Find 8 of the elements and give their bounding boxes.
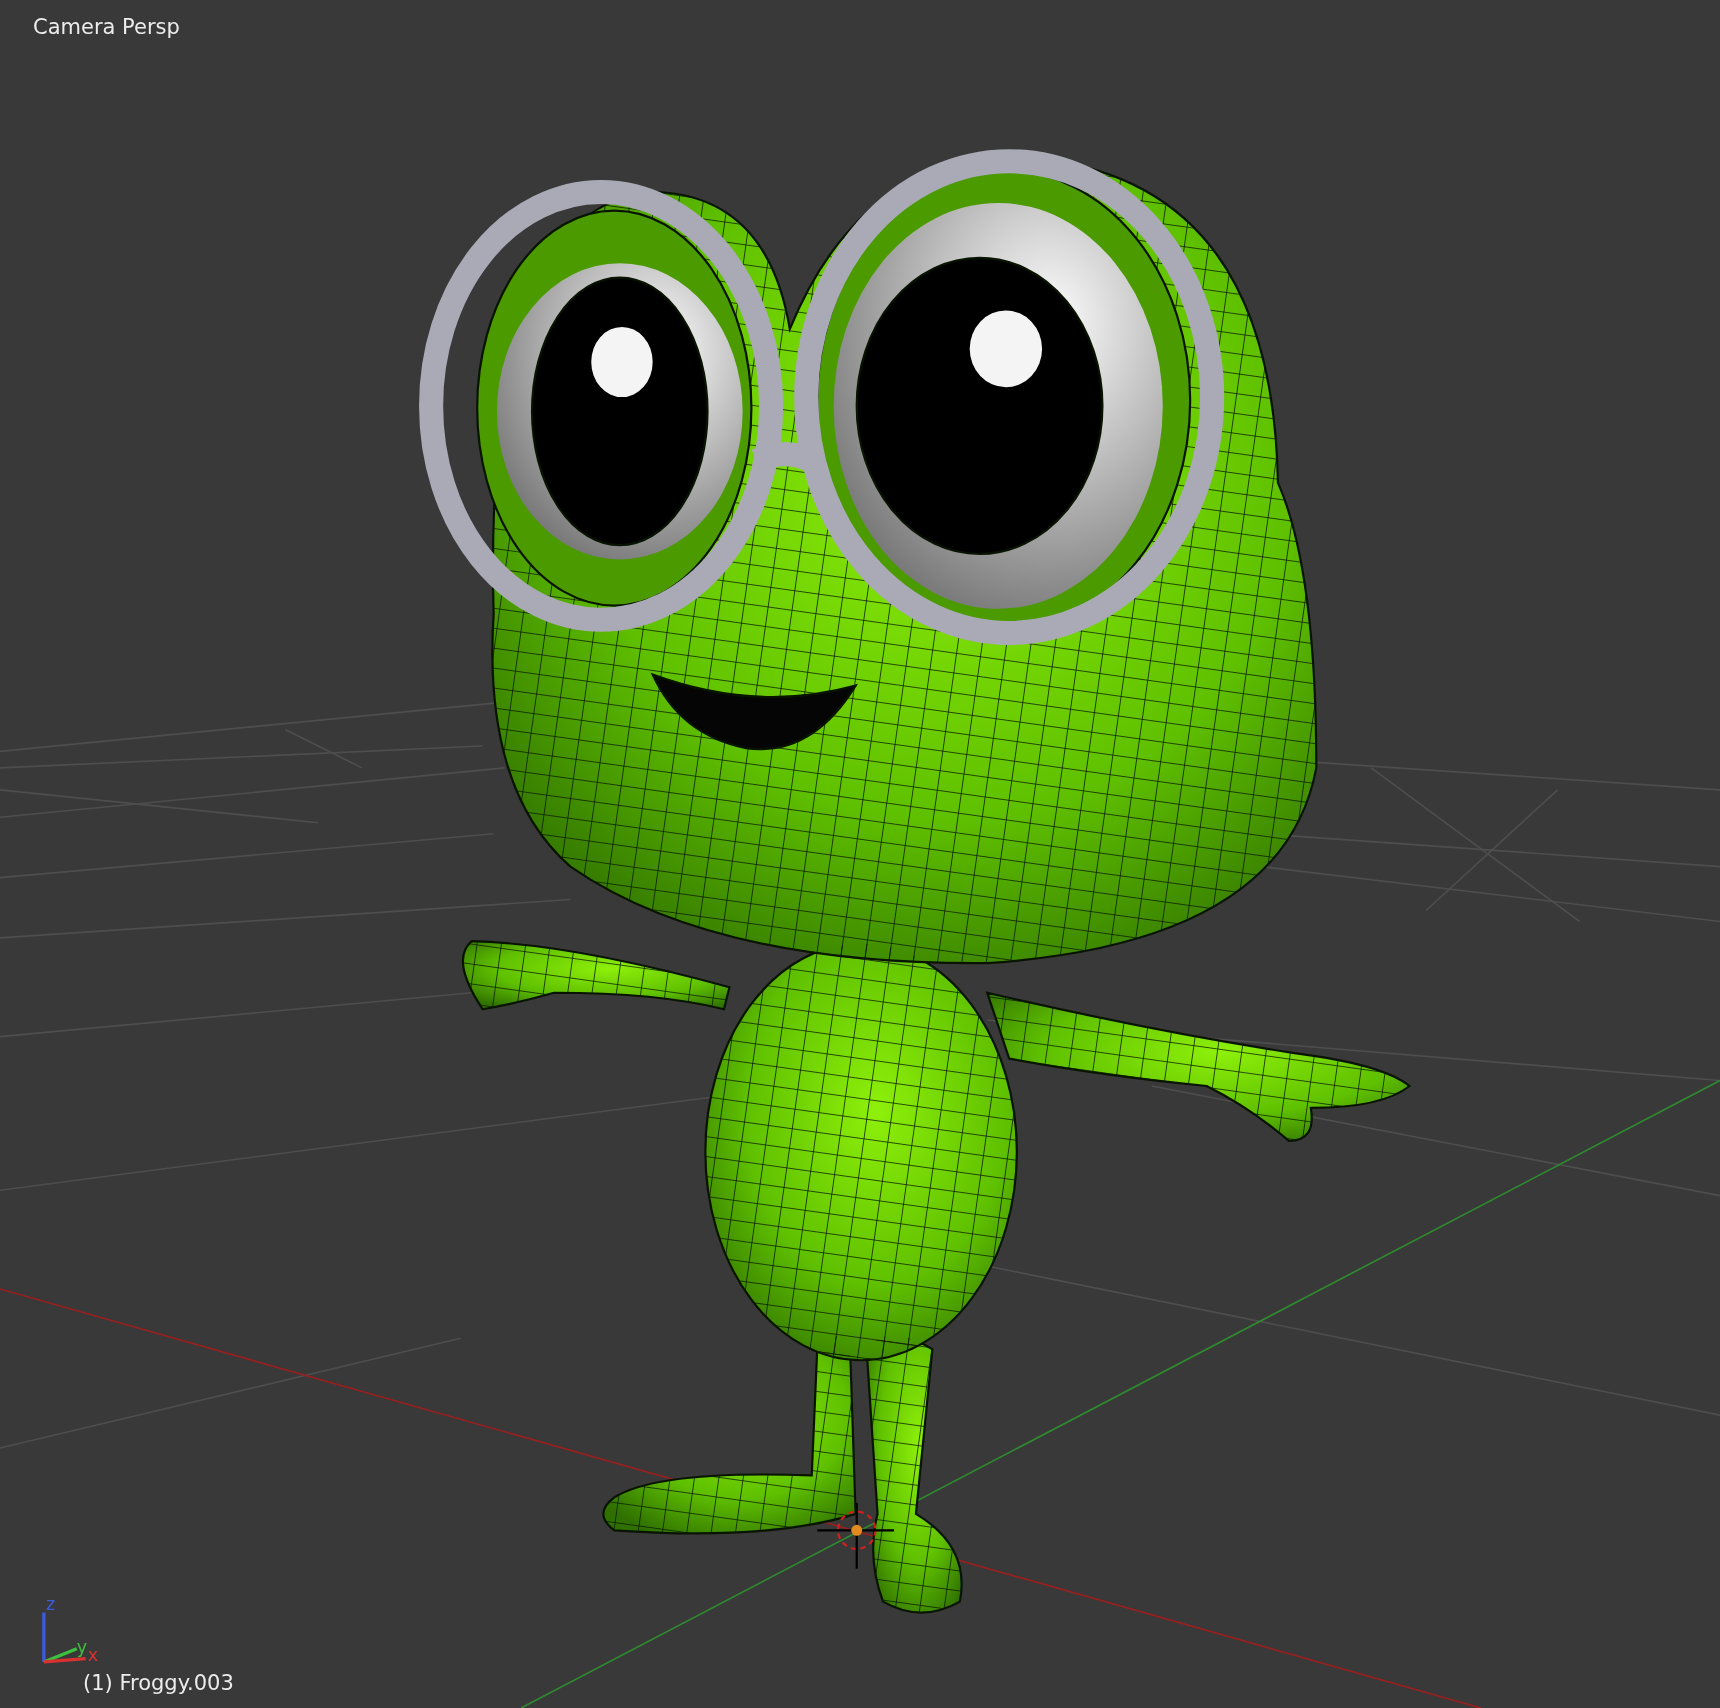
axis-label: x (87, 1644, 99, 1665)
axis-label: y (76, 1637, 88, 1658)
axis-gizmo-icon (42, 1612, 86, 1664)
3d-cursor-icon (817, 1502, 894, 1569)
object-label: (1) Froggy.003 (83, 1671, 234, 1695)
axis-label: z (46, 1594, 56, 1615)
3d-viewport[interactable]: Camera Persp z yx (1) Froggy.003 (0, 0, 1720, 1708)
view-label: Camera Persp (33, 15, 180, 39)
